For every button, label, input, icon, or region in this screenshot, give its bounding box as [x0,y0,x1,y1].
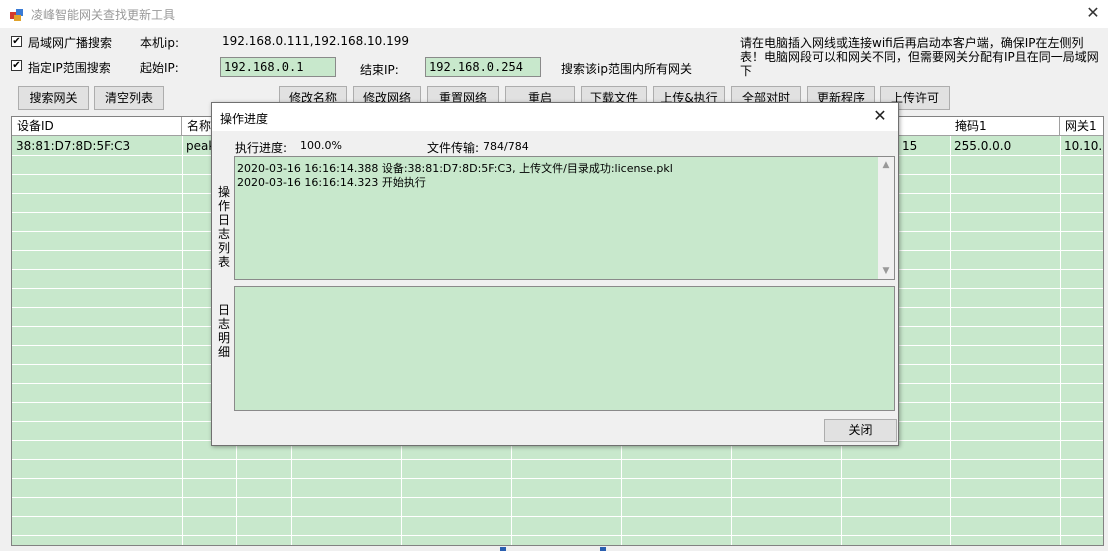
start-ip-label: 起始IP: [140,61,179,75]
column-gateway[interactable]: 网关1 [1060,117,1103,136]
log-detail-label: 日志明细 [217,303,230,359]
cell-gateway[interactable]: 10.10. [1060,137,1103,155]
end-ip-input[interactable]: 192.168.0.254 [425,57,541,77]
transfer-value: 784/784 [483,140,529,153]
scroll-up-icon[interactable]: ▲ [878,157,894,173]
title-bar: 凌峰智能网关查找更新工具 ✕ [0,0,1108,28]
scroll-down-icon[interactable]: ▼ [878,263,894,279]
broadcast-search-checkbox[interactable]: ✔ [11,36,22,47]
progress-value: 100.0% [300,139,342,152]
log-list-label: 操作日志列表 [217,185,230,269]
clear-list-button[interactable]: 清空列表 [94,86,164,110]
transfer-label: 文件传输: [427,141,480,155]
range-search-label: 指定IP范围搜索 [28,61,111,75]
cell-mask[interactable]: 255.0.0.0 [950,137,1060,155]
search-gateway-button[interactable]: 搜索网关 [18,86,89,110]
app-icon [10,9,23,21]
column-mask[interactable]: 掩码1 [950,117,1060,136]
progress-label: 执行进度: [235,141,288,155]
end-ip-label: 结束IP: [360,63,399,77]
window-title: 凌峰智能网关查找更新工具 [31,8,176,22]
range-hint: 搜索该ip范围内所有网关 [561,62,692,76]
progress-dialog: 操作进度 ✕ 执行进度: 100.0% 文件传输: 784/784 操作日志列表… [211,102,899,446]
dialog-title-bar: 操作进度 ✕ [212,103,898,131]
taskbar-edge [500,547,506,551]
taskbar-edge [600,547,606,551]
log-line[interactable]: 2020-03-16 16:16:14.323 开始执行 [237,174,426,190]
cell-ip[interactable]: 15 [898,137,948,155]
dialog-title: 操作进度 [220,112,269,126]
range-search-checkbox[interactable]: ✔ [11,60,22,71]
log-detail[interactable] [234,286,895,411]
dialog-close-button[interactable]: 关闭 [824,419,897,442]
cell-device-id[interactable]: 38:81:D7:8D:5F:C3 [12,137,182,155]
local-ip-label: 本机ip: [140,36,179,50]
log-list[interactable]: 2020-03-16 16:16:14.388 设备:38:81:D7:8D:5… [234,156,895,280]
log-scrollbar[interactable]: ▲ ▼ [878,157,894,279]
dialog-close-icon[interactable]: ✕ [870,106,890,126]
local-ip-value: 192.168.0.111,192.168.10.199 [222,34,410,48]
window-close-icon[interactable]: ✕ [1083,3,1103,23]
start-ip-input[interactable]: 192.168.0.1 [220,57,336,77]
usage-notice: 请在电脑插入网线或连接wifi后再启动本客户端，确保IP在左侧列表！电脑网段可以… [740,36,1099,78]
column-device-id[interactable]: 设备ID [12,117,182,136]
broadcast-search-label: 局域网广播搜索 [28,36,113,50]
